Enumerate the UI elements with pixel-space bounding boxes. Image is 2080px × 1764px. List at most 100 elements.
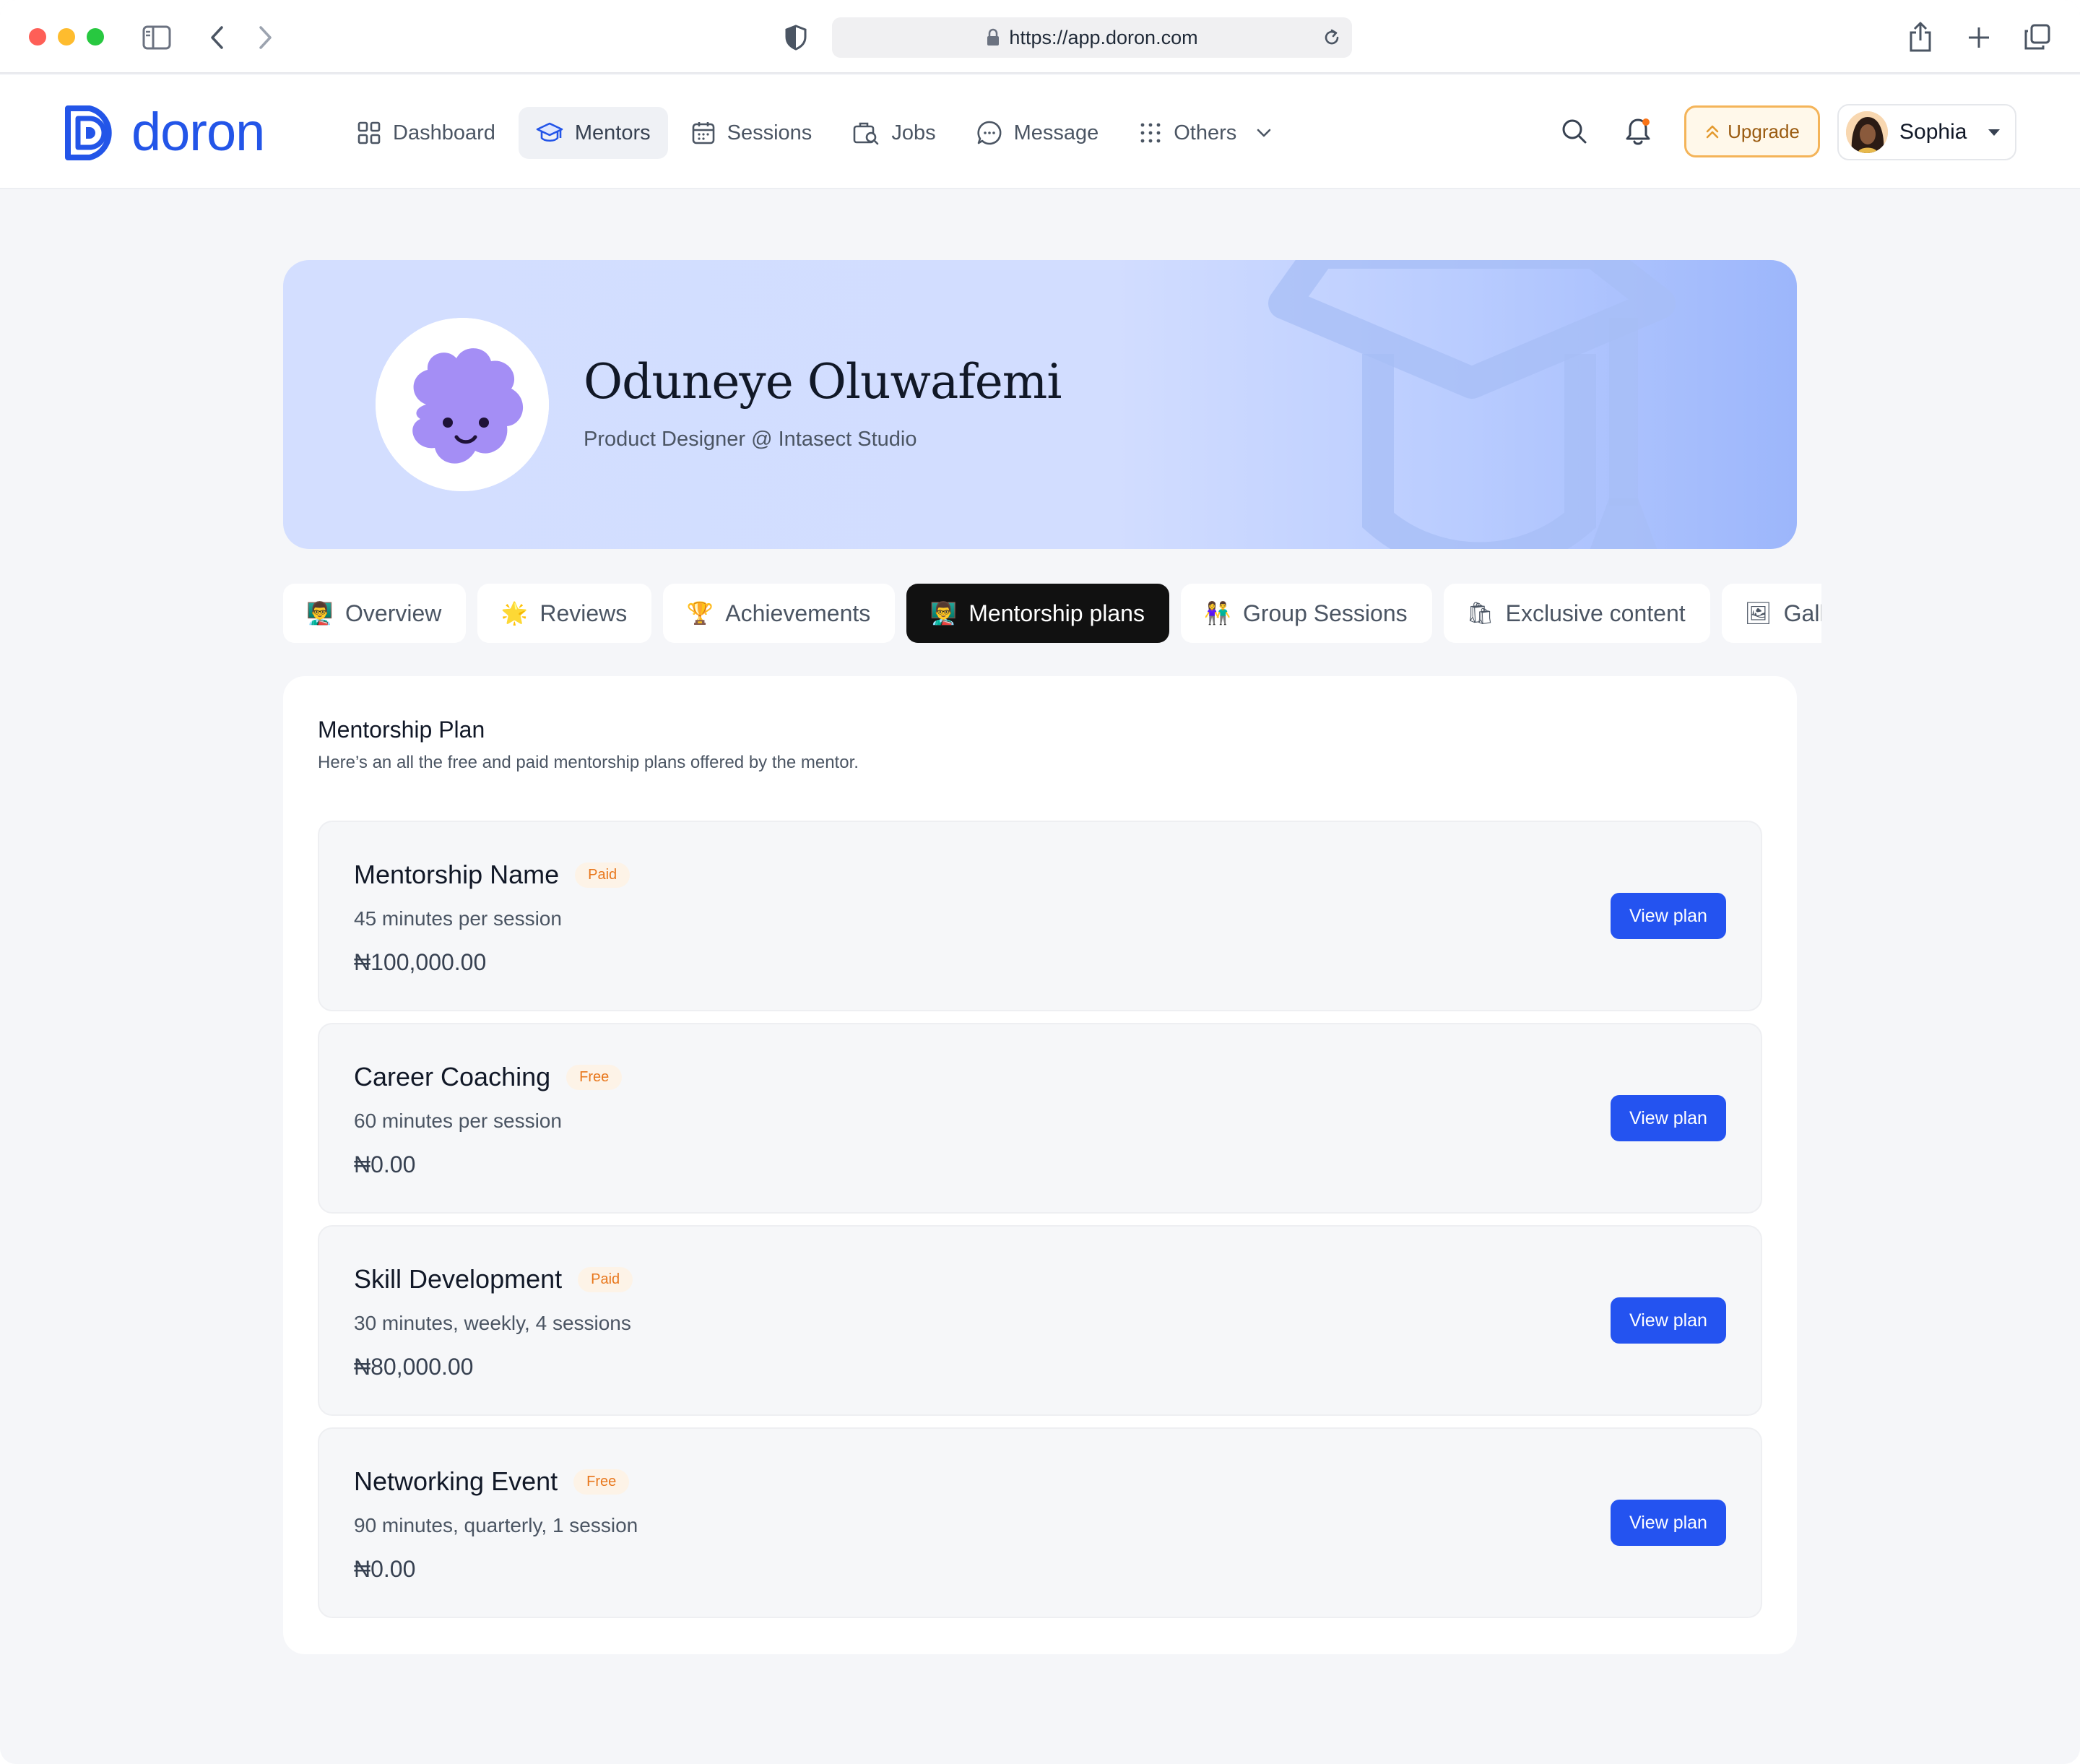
- tab-overview[interactable]: 👨‍🏫 Overview: [283, 584, 467, 643]
- back-arrow-icon[interactable]: [207, 23, 228, 52]
- plan-list: Mentorship Name Paid 45 minutes per sess…: [318, 821, 1762, 1630]
- browser-window: https://app.doron.com doron Dashboard Me…: [0, 0, 2080, 1764]
- plan-duration: 60 minutes per session: [354, 1110, 562, 1132]
- upgrade-button[interactable]: Upgrade: [1684, 105, 1820, 157]
- chevron-down-icon: [1257, 129, 1271, 137]
- mentorship-plans-card: Mentorship Plan Here’s an all the free a…: [283, 676, 1797, 1654]
- plan-title-row: Mentorship Name Paid: [354, 860, 630, 890]
- plan-item: Mentorship Name Paid 45 minutes per sess…: [318, 821, 1762, 1011]
- main-nav: Dashboard Mentors Sessions Jobs Message …: [339, 107, 1290, 159]
- plan-name: Skill Development: [354, 1264, 563, 1294]
- minimize-window-button[interactable]: [58, 28, 75, 46]
- dots-grid-icon: [1140, 123, 1161, 143]
- teacher-emoji-icon: 👨‍🏫: [930, 601, 957, 626]
- plan-title-row: Networking Event Free: [354, 1466, 630, 1497]
- section-subtitle: Here’s an all the free and paid mentorsh…: [318, 753, 859, 772]
- mentor-hero-banner: Oduneye Oluwafemi Product Designer @ Int…: [283, 260, 1797, 549]
- plan-item: Networking Event Free 90 minutes, quarte…: [318, 1427, 1762, 1618]
- picture-emoji-icon: 🖼: [1744, 601, 1772, 626]
- search-icon[interactable]: [1557, 114, 1592, 149]
- plan-duration: 45 minutes per session: [354, 907, 562, 930]
- notification-bell-icon[interactable]: [1621, 114, 1655, 149]
- nav-item-mentors[interactable]: Mentors: [518, 107, 668, 159]
- tab-gallery[interactable]: 🖼 Gall: [1721, 584, 1821, 643]
- plan-title-row: Career Coaching Free: [354, 1062, 623, 1092]
- app-header: doron Dashboard Mentors Sessions Jobs Me…: [0, 75, 2080, 189]
- grid-icon: [358, 121, 381, 144]
- logo-text: doron: [131, 102, 265, 162]
- caret-down-icon: [1988, 129, 2001, 136]
- view-plan-button[interactable]: View plan: [1611, 893, 1726, 939]
- mentor-avatar: [376, 318, 549, 491]
- profile-tabs: 👨‍🏫 Overview 🌟 Reviews 🏆 Achievements 👨‍…: [283, 584, 1821, 643]
- view-plan-button[interactable]: View plan: [1611, 1095, 1726, 1141]
- tab-group-sessions[interactable]: 👫 Group Sessions: [1180, 584, 1432, 643]
- address-bar[interactable]: https://app.doron.com: [832, 17, 1352, 58]
- plan-duration: 30 minutes, weekly, 4 sessions: [354, 1312, 631, 1334]
- nav-item-dashboard[interactable]: Dashboard: [339, 107, 513, 159]
- tab-overview-icon[interactable]: [2022, 22, 2053, 52]
- share-icon[interactable]: [1907, 20, 1934, 53]
- tab-label: Exclusive content: [1505, 600, 1686, 626]
- plan-type-badge: Paid: [575, 862, 630, 888]
- nav-label: Mentors: [574, 121, 651, 144]
- graduation-cap-icon: [536, 122, 563, 142]
- forward-arrow-icon[interactable]: [254, 23, 276, 52]
- plan-type-badge: Free: [566, 1064, 623, 1090]
- plan-name: Career Coaching: [354, 1062, 551, 1091]
- view-plan-button[interactable]: View plan: [1611, 1297, 1726, 1344]
- briefcase-search-icon: [854, 122, 879, 145]
- plan-title-row: Skill Development Paid: [354, 1264, 633, 1294]
- lock-icon: [987, 28, 1000, 46]
- plan-price: ₦80,000.00: [354, 1354, 474, 1380]
- tab-label: Mentorship plans: [968, 600, 1145, 626]
- tab-label: Group Sessions: [1242, 600, 1408, 626]
- reload-icon[interactable]: [1322, 27, 1342, 53]
- plan-item: Skill Development Paid 30 minutes, weekl…: [318, 1225, 1762, 1416]
- plan-price: ₦0.00: [354, 1556, 416, 1582]
- sidebar-toggle-icon[interactable]: [142, 23, 172, 52]
- section-title: Mentorship Plan: [318, 717, 485, 743]
- people-emoji-icon: 👫: [1204, 601, 1231, 626]
- tab-label: Achievements: [725, 600, 871, 626]
- nav-label: Sessions: [727, 121, 812, 144]
- shopping-bag-emoji-icon: 🛍: [1466, 601, 1494, 626]
- mentor-role: Product Designer @ Intasect Studio: [584, 428, 917, 451]
- nav-label: Others: [1174, 121, 1237, 144]
- nav-item-jobs[interactable]: Jobs: [835, 107, 953, 159]
- double-chevron-up-icon: [1706, 125, 1719, 139]
- tab-exclusive-content[interactable]: 🛍 Exclusive content: [1443, 584, 1710, 643]
- chat-bubble-icon: [976, 121, 1002, 145]
- plan-name: Networking Event: [354, 1466, 558, 1496]
- maximize-window-button[interactable]: [87, 28, 104, 46]
- teacher-emoji-icon: 👨‍🏫: [306, 601, 334, 626]
- trophy-emoji-icon: 🏆: [686, 601, 714, 626]
- app-logo[interactable]: doron: [62, 102, 265, 162]
- nav-item-message[interactable]: Message: [959, 107, 1117, 159]
- calendar-icon: [692, 122, 714, 144]
- star-emoji-icon: 🌟: [500, 601, 529, 626]
- nav-label: Message: [1013, 121, 1099, 144]
- tab-label: Overview: [345, 600, 442, 626]
- close-window-button[interactable]: [29, 28, 46, 46]
- plan-price: ₦0.00: [354, 1151, 416, 1177]
- tab-mentorship-plans[interactable]: 👨‍🏫 Mentorship plans: [906, 584, 1169, 643]
- url-text: https://app.doron.com: [1009, 26, 1198, 48]
- plan-type-badge: Paid: [578, 1266, 633, 1292]
- user-profile-menu[interactable]: Sophia: [1837, 104, 2016, 160]
- tab-achievements[interactable]: 🏆 Achievements: [663, 584, 896, 643]
- plan-duration: 90 minutes, quarterly, 1 session: [354, 1514, 638, 1536]
- avatar: [1846, 111, 1888, 153]
- user-name: Sophia: [1899, 120, 1967, 144]
- nav-item-others[interactable]: Others: [1122, 107, 1290, 159]
- plan-price: ₦100,000.00: [354, 949, 487, 975]
- shield-icon[interactable]: [783, 23, 809, 52]
- nav-item-sessions[interactable]: Sessions: [674, 107, 830, 159]
- plan-name: Mentorship Name: [354, 860, 560, 889]
- nav-label: Dashboard: [393, 121, 495, 144]
- new-tab-plus-icon[interactable]: [1964, 23, 1993, 52]
- tab-label: Reviews: [540, 600, 628, 626]
- doron-logo-icon: [65, 105, 112, 160]
- view-plan-button[interactable]: View plan: [1611, 1500, 1726, 1546]
- tab-reviews[interactable]: 🌟 Reviews: [477, 584, 652, 643]
